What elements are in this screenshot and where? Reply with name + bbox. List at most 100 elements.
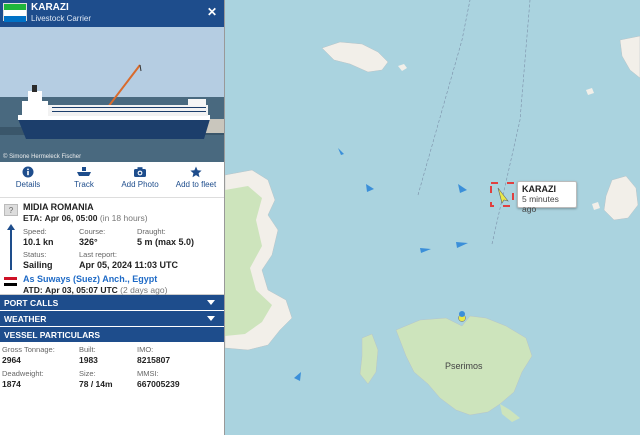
draught-field: Draught: 5 m (max 5.0) [137,227,194,247]
atd-label: ATD: [23,285,43,295]
chevron-down-icon [207,316,215,321]
built-value: 1983 [79,355,98,365]
eta-value: Apr 06, 05:00 [44,213,98,223]
vessel-marker[interactable] [366,184,374,192]
eta-line: ETA: Apr 06, 05:00 (in 18 hours) [23,213,148,223]
details-label: Details [15,180,41,189]
shipping-lane-line [417,0,471,196]
island-shape [603,175,639,221]
mmsi-label: MMSI: [137,369,159,378]
course-label: Course: [79,227,106,236]
voyage-block: Speed: 10.1 kn Course: 326° Draught: 5 m… [0,224,224,273]
weather-title: WEATHER [4,314,47,324]
vessel-tooltip: KARAZI 5 minutes ago [517,181,577,214]
gross-tonnage-field: Gross Tonnage: 2964 [2,345,55,365]
origin-block: As Suways (Suez) Anch., Egypt ATD: Apr 0… [0,273,224,295]
chevron-down-icon [207,300,215,305]
size-value: 78 / 14m [79,379,113,389]
origin-port-link[interactable]: As Suways (Suez) Anch., Egypt [23,274,157,284]
status-value: Sailing [23,260,53,270]
vessel-name: KARAZI [31,2,69,13]
island-shape [500,404,520,422]
vessel-particulars-section[interactable]: VESSEL PARTICULARS [0,327,224,343]
atd-line: ATD: Apr 03, 05:07 UTC (2 days ago) [23,285,167,295]
add-to-fleet-button[interactable]: Add to fleet [168,162,224,197]
size-field: Size: 78 / 14m [79,369,113,389]
draught-label: Draught: [137,227,166,236]
dwt-value: 1874 [2,379,21,389]
island-shape [359,333,379,385]
islet-shape [592,202,600,210]
speed-value: 10.1 kn [23,237,54,247]
islet-shape [586,88,594,95]
egypt-flag-icon [4,277,17,286]
status-field: Status: Sailing [23,250,53,270]
action-bar: Details Track Add Photo Add to fleet [0,162,224,198]
tooltip-last-seen: 5 minutes ago [522,194,559,214]
port-calls-section[interactable]: PORT CALLS [0,295,224,311]
speed-label: Speed: [23,227,47,236]
draught-value: 5 m (max 5.0) [137,237,195,247]
island-shape [321,41,389,73]
tooltip-vessel-name: KARAZI [522,184,556,194]
atd-relative: (2 days ago) [120,285,168,295]
last-report-value: Apr 05, 2024 11:03 UTC [79,260,179,270]
islet-shape [398,64,407,71]
last-report-label: Last report: [79,250,117,259]
status-label: Status: [23,250,47,259]
size-label: Size: [79,369,96,378]
deadweight-field: Deadweight: 1874 [2,369,44,389]
close-icon[interactable]: ✕ [207,5,217,19]
weather-section[interactable]: WEATHER [0,311,224,327]
dwt-label: Deadweight: [2,369,44,378]
atd-value: Apr 03, 05:07 UTC [45,285,118,295]
details-button[interactable]: Details [0,162,56,197]
camera-icon [112,165,168,179]
route-line [10,228,12,270]
speed-field: Speed: 10.1 kn [23,227,54,247]
built-field: Built: 1983 [79,345,98,365]
particulars-title: VESSEL PARTICULARS [4,330,101,340]
place-label-pserimos: Pserimos [445,361,483,371]
eta-label: ETA: [23,213,43,223]
last-report-field: Last report: Apr 05, 2024 11:03 UTC [79,250,178,270]
mmsi-field: MMSI: 667005239 [137,369,180,389]
vessel-marker[interactable] [294,372,301,381]
track-button[interactable]: Track [56,162,112,197]
gt-label: Gross Tonnage: [2,345,55,354]
vessel-photo-image [0,27,224,162]
selected-vessel-marker[interactable] [490,182,514,207]
vessel-type: Livestock Carrier [31,14,92,23]
add-photo-label: Add Photo [121,180,159,189]
add-to-fleet-label: Add to fleet [175,180,217,189]
destination-name: MIDIA ROMANIA [23,202,94,212]
island-shape [619,35,640,79]
gt-value: 2964 [2,355,21,365]
imo-label: IMO: [137,345,154,354]
course-field: Course: 326° [79,227,105,247]
vessel-marker[interactable] [420,248,431,253]
vessel-marker[interactable] [338,148,344,155]
course-value: 326° [79,237,98,247]
vessel-marker[interactable] [456,242,468,248]
photo-credit: © Simone Hermeleck Fischer [3,154,82,160]
vessel-marker[interactable] [458,184,467,193]
route-arrow-icon [7,224,15,230]
track-label: Track [74,180,94,189]
imo-field: IMO: 8215807 [137,345,170,365]
moored-vessel-marker[interactable] [458,311,466,322]
built-label: Built: [79,345,96,354]
imo-value: 8215807 [137,355,171,365]
destination-block: ? MIDIA ROMANIA ETA: Apr 06, 05:00 (in 1… [0,198,224,226]
mmsi-value: 667005239 [137,379,180,389]
vessel-photo[interactable]: © Simone Hermeleck Fischer [0,27,224,162]
unknown-flag-icon: ? [4,204,18,216]
flag-icon [3,3,27,22]
eta-relative: (in 18 hours) [99,213,148,223]
ship-icon [56,165,112,179]
vessel-arrow-icon [497,187,509,204]
add-photo-button[interactable]: Add Photo [112,162,168,197]
particulars-block: Gross Tonnage: 2964 Built: 1983 IMO: 821… [0,343,224,435]
vessel-info-panel: KARAZI Livestock Carrier ✕ © Simone Herm… [0,0,225,435]
info-icon [0,165,56,179]
